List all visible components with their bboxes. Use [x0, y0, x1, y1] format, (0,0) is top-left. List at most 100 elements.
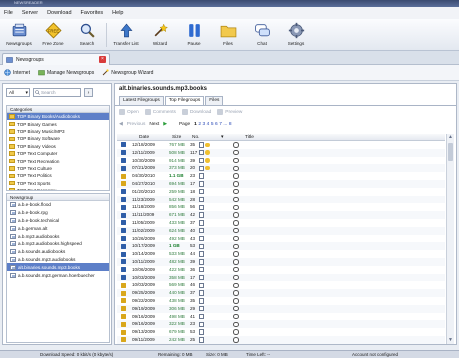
preview-button[interactable]: Preview	[217, 109, 242, 115]
category-item[interactable]: TOP Text Politics	[7, 172, 109, 179]
newsgroup-item[interactable]: alt.binaries.sounds.mp3.books	[7, 263, 109, 272]
next-arrow-icon[interactable]: ▶	[163, 122, 167, 127]
menu-favorites[interactable]: Favorites	[81, 10, 104, 16]
category-item[interactable]: TOP Binary Books/Audiobooks	[7, 113, 109, 121]
table-row[interactable]: 04/30/2010 1.1 GB 23	[117, 172, 445, 180]
table-row[interactable]: 09/13/2009 679 MB 53	[117, 328, 445, 336]
newsgroups-button[interactable]: Newsgroups	[2, 19, 36, 51]
nfo-file-icon[interactable]	[199, 290, 204, 296]
table-row[interactable]: 01/20/2010 259 MB 18	[117, 188, 445, 196]
page-number[interactable]: ...	[223, 122, 227, 127]
table-row[interactable]: 09/25/2009 440 MB 37	[117, 289, 445, 297]
table-row[interactable]: 11/23/2009 542 MB 28	[117, 195, 445, 204]
download-status-icon[interactable]	[233, 165, 239, 172]
free-zone-button[interactable]: FREE Free Zone	[36, 19, 70, 51]
newsgroup-item[interactable]: a.b.sounds.audiobooks	[7, 248, 109, 256]
table-row[interactable]: 10/30/2009 914 MB 39	[117, 157, 445, 165]
previous-button[interactable]: Previous	[127, 122, 146, 127]
nfo-file-icon[interactable]	[199, 305, 204, 312]
download-status-icon[interactable]	[233, 329, 239, 335]
menu-download[interactable]: Download	[47, 10, 71, 16]
nfo-file-icon[interactable]	[199, 298, 204, 304]
column-title[interactable]: Title	[245, 134, 254, 141]
table-row[interactable]: 10/03/2009 358 MB 17	[117, 273, 445, 282]
table-row[interactable]: 10/14/2009 533 MB 44	[117, 250, 445, 258]
comment-icon[interactable]	[205, 150, 210, 155]
table-row[interactable]: 10/17/2009 1 GB 53	[117, 242, 445, 251]
download-status-icon[interactable]	[233, 220, 239, 226]
internet-link[interactable]: Internet	[4, 69, 30, 76]
category-item[interactable]: TOP Text Culture	[7, 165, 109, 172]
table-row[interactable]: 12/11/2009 508 MB 117	[117, 148, 445, 157]
table-row[interactable]: 10/11/2009 482 MB 39	[117, 258, 445, 266]
scroll-thumb[interactable]	[448, 143, 453, 161]
page-number[interactable]: 4	[207, 122, 210, 127]
chat-button[interactable]: Chat	[245, 19, 279, 51]
table-row[interactable]: 09/16/2009 322 MB 23	[117, 320, 445, 329]
category-item[interactable]: TOP Text Economy	[7, 187, 109, 190]
table-row[interactable]: 11/05/2009 433 MB 37	[117, 219, 445, 227]
download-status-icon[interactable]	[233, 290, 239, 296]
download-status-icon[interactable]	[233, 204, 239, 211]
nfo-file-icon[interactable]	[199, 313, 204, 320]
download-status-icon[interactable]	[233, 337, 239, 343]
nfo-file-icon[interactable]	[199, 227, 204, 234]
page-number[interactable]: 2	[198, 122, 201, 127]
menu-server[interactable]: Server	[22, 10, 38, 16]
nfo-file-icon[interactable]	[199, 235, 204, 242]
nfo-file-icon[interactable]	[199, 212, 204, 218]
tab-top-filegroups[interactable]: Top Filegroups	[164, 96, 205, 105]
category-item[interactable]: TOP Text Recreation	[7, 157, 109, 164]
search-button[interactable]: Search	[70, 19, 104, 51]
filter-select[interactable]: All	[6, 88, 30, 97]
download-button[interactable]: Download	[181, 109, 211, 115]
tab-files[interactable]: Files	[205, 96, 224, 105]
newsgroup-item[interactable]: a.b.mp3.audiobooks	[7, 232, 109, 240]
download-status-icon[interactable]	[233, 173, 239, 179]
download-status-icon[interactable]	[233, 259, 239, 265]
wizard-button[interactable]: Wizard	[143, 19, 177, 51]
nfo-file-icon[interactable]	[199, 188, 204, 195]
nfo-file-icon[interactable]	[199, 220, 204, 226]
comments-button[interactable]: Comments	[144, 109, 176, 115]
download-status-icon[interactable]	[233, 157, 239, 164]
manage-newsgroups-link[interactable]: Manage Newsgroups	[38, 69, 94, 76]
nfo-file-icon[interactable]	[199, 243, 204, 250]
download-status-icon[interactable]	[233, 305, 239, 312]
tab-latest-filegroups[interactable]: Latest Filegroups	[119, 96, 164, 105]
category-item[interactable]: TOP Text Computer	[7, 150, 109, 157]
page-number[interactable]: 8	[229, 122, 232, 127]
newsgroup-item[interactable]: a.b.sounds.mp3.german.hoerbuecher	[7, 271, 109, 279]
table-row[interactable]: 09/19/2009 306 MB 29	[117, 304, 445, 313]
column-sort-icon[interactable]: ▾	[221, 134, 223, 141]
download-status-icon[interactable]	[233, 212, 239, 218]
nfo-file-icon[interactable]	[199, 282, 204, 289]
scroll-down-icon[interactable]: ▼	[447, 337, 454, 344]
download-status-icon[interactable]	[233, 142, 239, 148]
nfo-file-icon[interactable]	[199, 329, 204, 335]
next-button[interactable]: Next	[149, 122, 159, 127]
tab-newsgroups[interactable]: Newsgroups ×	[2, 53, 110, 65]
category-item[interactable]: TOP Binary Music/MP3	[7, 128, 109, 135]
category-item[interactable]: TOP Binary Games	[7, 120, 109, 127]
files-button[interactable]: Files	[211, 19, 245, 51]
page-number[interactable]: 7	[219, 122, 222, 127]
newsgroup-item[interactable]: a.b.e-book.rpg	[7, 209, 109, 217]
newsgroup-item[interactable]: a.b.mp3.audiobooks.highspeed	[7, 240, 109, 248]
page-number[interactable]: 5	[211, 122, 214, 127]
group-search-input[interactable]: Search	[33, 88, 81, 97]
column-size[interactable]: Size	[172, 134, 181, 141]
download-status-icon[interactable]	[233, 313, 239, 320]
download-status-icon[interactable]	[233, 274, 239, 281]
comment-icon[interactable]	[205, 165, 210, 171]
nfo-file-icon[interactable]	[199, 204, 204, 211]
download-status-icon[interactable]	[233, 227, 239, 234]
download-status-icon[interactable]	[233, 266, 239, 273]
search-go-button[interactable]: ›	[84, 88, 93, 97]
close-tab-icon[interactable]: ×	[99, 56, 106, 63]
open-button[interactable]: Open	[119, 109, 139, 115]
comment-icon[interactable]	[205, 158, 210, 163]
download-status-icon[interactable]	[233, 181, 239, 187]
column-date[interactable]: Date	[139, 134, 149, 141]
download-status-icon[interactable]	[233, 149, 239, 156]
